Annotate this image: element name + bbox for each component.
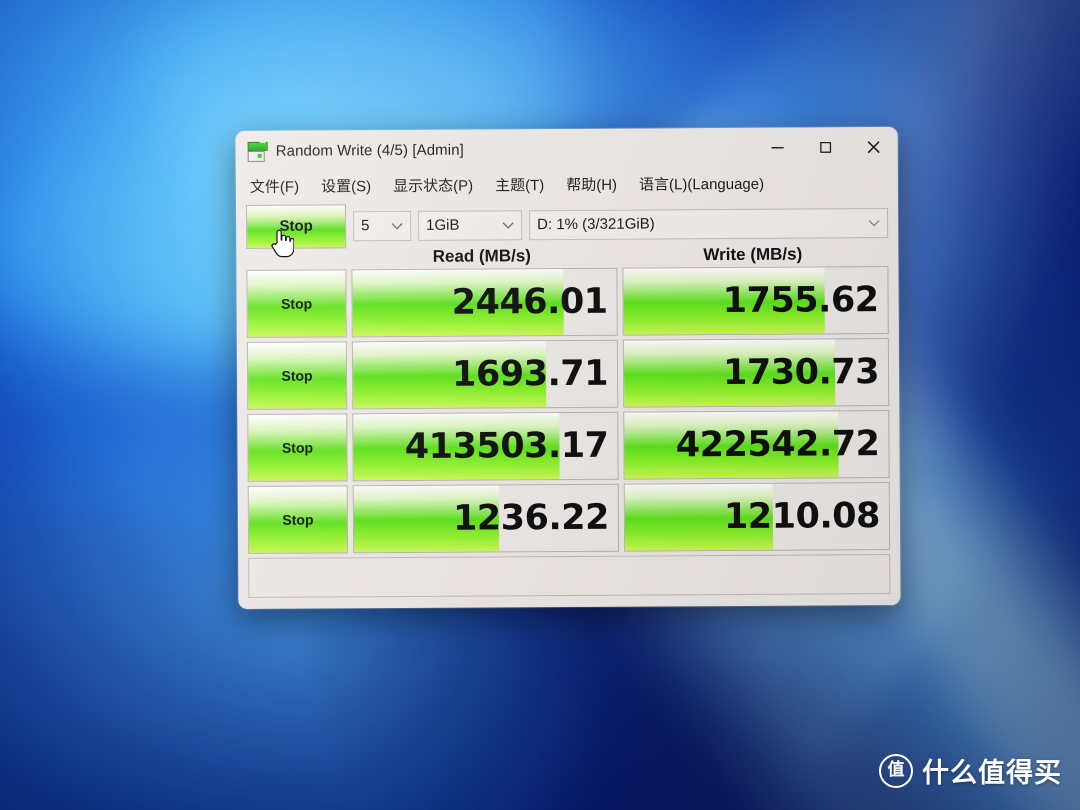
menu-file[interactable]: 文件(F) [248, 174, 301, 197]
menu-language[interactable]: 语言(L)(Language) [637, 171, 766, 195]
write-meter-1: 1730.73 [622, 338, 890, 408]
header-spacer [246, 257, 346, 258]
write-meter-0: 1755.62 [622, 266, 889, 336]
write-meter-2: 422542.72 [623, 410, 890, 480]
crystaldiskmark-icon [246, 139, 268, 162]
watermark-logo-icon: 值 [879, 753, 913, 788]
row-stop-button-2[interactable]: Stop [247, 413, 348, 482]
window-controls [754, 127, 898, 168]
target-drive-select[interactable]: D: 1% (3/321GiB) [529, 207, 889, 240]
read-meter-2: 413503.17 [352, 411, 619, 482]
read-value-3: 1236.22 [452, 497, 610, 539]
write-value-2: 422542.72 [675, 424, 880, 466]
write-meter-3: 1210.08 [623, 482, 891, 552]
read-meter-0: 2446.01 [351, 267, 618, 338]
benchmark-rows: Stop 2446.01 1755.62 Stop 1693.71 1730.7… [236, 266, 900, 554]
table-row: Stop 1693.71 1730.73 [246, 338, 890, 410]
window-titlebar[interactable]: Random Write (4/5) [Admin] [235, 126, 898, 172]
read-value-0: 2446.01 [451, 281, 608, 323]
test-size-select[interactable]: 1GiB [418, 209, 523, 241]
run-count-value: 5 [361, 217, 370, 235]
crystaldiskmark-window: Random Write (4/5) [Admin] 文件(F) 设置(S) 显… [235, 126, 901, 610]
chevron-down-icon [861, 219, 887, 227]
watermark: 值 什么值得买 [879, 751, 1062, 790]
write-value-0: 1755.62 [722, 280, 879, 322]
row-stop-button-1[interactable]: Stop [246, 341, 348, 410]
chevron-down-icon [384, 221, 410, 229]
menu-theme[interactable]: 主题(T) [493, 173, 546, 196]
toolbar: Stop 5 1GiB D: 1% (3/321GiB) [236, 197, 898, 249]
write-value-3: 1210.08 [723, 496, 881, 538]
watermark-text: 什么值得买 [922, 758, 1062, 789]
write-value-1: 1730.73 [722, 352, 880, 394]
maximize-icon[interactable] [802, 127, 850, 167]
read-column-header: Read (MB/s) [432, 246, 531, 266]
minimize-icon[interactable] [754, 128, 802, 168]
table-row: Stop 1236.22 1210.08 [247, 482, 891, 554]
menu-help[interactable]: 帮助(H) [564, 172, 619, 195]
row-stop-button-0[interactable]: Stop [246, 269, 347, 338]
read-meter-1: 1693.71 [351, 339, 619, 410]
read-value-1: 1693.71 [451, 353, 609, 395]
row-stop-button-3[interactable]: Stop [247, 485, 349, 554]
target-drive-value: D: 1% (3/321GiB) [537, 215, 655, 234]
read-value-2: 413503.17 [404, 425, 609, 467]
menu-bar: 文件(F) 设置(S) 显示状态(P) 主题(T) 帮助(H) 语言(L)(La… [235, 166, 898, 202]
write-column-header: Write (MB/s) [703, 244, 803, 265]
run-count-select[interactable]: 5 [353, 210, 412, 241]
test-size-value: 1GiB [426, 216, 460, 234]
close-icon[interactable] [850, 127, 898, 167]
desktop-screen: Random Write (4/5) [Admin] 文件(F) 设置(S) 显… [0, 0, 1080, 810]
chevron-down-icon [495, 221, 521, 229]
status-bar [248, 554, 891, 598]
menu-profile[interactable]: 显示状态(P) [391, 173, 475, 197]
table-row: Stop 2446.01 1755.62 [246, 266, 889, 338]
read-meter-3: 1236.22 [352, 483, 620, 554]
table-row: Stop 413503.17 422542.72 [247, 410, 890, 482]
window-title: Random Write (4/5) [Admin] [275, 141, 464, 160]
all-stop-button[interactable]: Stop [245, 203, 347, 249]
menu-settings[interactable]: 设置(S) [319, 174, 373, 197]
